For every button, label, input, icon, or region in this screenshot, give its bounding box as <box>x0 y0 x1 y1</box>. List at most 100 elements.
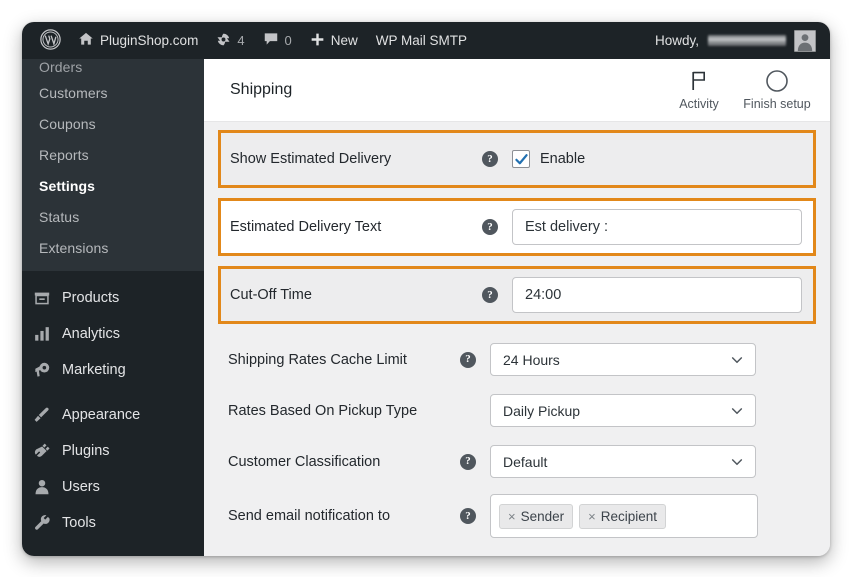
setting-control: 24:00 <box>512 277 813 313</box>
sidebar-item-reports[interactable]: Reports <box>22 139 204 170</box>
new-content-button[interactable]: New <box>301 22 367 59</box>
sidebar-item-label: Analytics <box>62 326 121 342</box>
sidebar-item-analytics[interactable]: Analytics <box>22 316 204 352</box>
site-name-label: PluginShop.com <box>100 33 199 48</box>
shipping-settings-form: Show Estimated Delivery ? Enable Estimat… <box>204 122 830 545</box>
sidebar-item-label: Products <box>62 290 120 306</box>
setting-row-shipping-rates-cache-limit: Shipping Rates Cache Limit ? 24 Hours <box>218 334 816 385</box>
enable-checkbox-wrapper[interactable]: Enable <box>512 150 585 168</box>
sidebar-item-customers[interactable]: Customers <box>22 77 204 108</box>
shipping-rates-cache-limit-select[interactable]: 24 Hours <box>490 343 756 376</box>
activity-button[interactable]: Activity <box>660 59 738 122</box>
remove-tag-icon[interactable]: × <box>508 509 516 524</box>
select-value: 24 Hours <box>503 351 560 368</box>
updates-button[interactable]: 4 <box>207 22 253 59</box>
products-icon <box>32 288 52 308</box>
help-icon[interactable]: ? <box>482 219 498 235</box>
sidebar-item-label: Customers <box>39 84 108 101</box>
setting-row-customer-classification: Customer Classification ? Default <box>218 436 816 487</box>
updates-count: 4 <box>237 33 245 48</box>
setting-label: Show Estimated Delivery <box>230 151 392 167</box>
sidebar-item-orders[interactable]: Orders <box>22 59 204 77</box>
setting-label: Shipping Rates Cache Limit <box>228 351 407 368</box>
megaphone-icon <box>32 360 52 380</box>
sidebar-item-marketing[interactable]: Marketing <box>22 352 204 388</box>
help-icon[interactable]: ? <box>460 508 476 524</box>
progress-circle-icon <box>765 69 789 93</box>
rates-based-on-pickup-type-select[interactable]: Daily Pickup <box>490 394 756 427</box>
setting-label: Estimated Delivery Text <box>230 219 382 235</box>
sidebar-item-label: Reports <box>39 146 89 163</box>
setting-row-cut-off-time: Cut-Off Time ? 24:00 <box>218 266 816 324</box>
cut-off-time-input[interactable]: 24:00 <box>512 277 802 313</box>
tag-sender[interactable]: × Sender <box>499 503 574 529</box>
remove-tag-icon[interactable]: × <box>588 509 596 524</box>
page-header: Shipping Activity Finish setup <box>204 59 830 122</box>
updates-icon <box>216 32 231 50</box>
sidebar-item-users[interactable]: Users <box>22 469 204 505</box>
admin-sidebar: Orders Customers Coupons Reports Setting… <box>22 59 204 556</box>
avatar <box>794 29 816 52</box>
setting-control: Enable <box>512 150 813 168</box>
sidebar-item-label: Extensions <box>39 239 109 256</box>
wp-mail-smtp-label: WP Mail SMTP <box>375 33 468 48</box>
help-icon[interactable]: ? <box>460 351 476 368</box>
sidebar-item-plugins[interactable]: Plugins <box>22 433 204 469</box>
estimated-delivery-text-input[interactable]: Est delivery : <box>512 209 802 245</box>
finish-setup-label: Finish setup <box>743 97 811 111</box>
finish-setup-button[interactable]: Finish setup <box>738 59 816 122</box>
wordpress-logo-button[interactable] <box>36 22 69 59</box>
sidebar-item-appearance[interactable]: Appearance <box>22 397 204 433</box>
howdy-username-redacted <box>708 35 786 46</box>
sidebar-item-extensions[interactable]: Extensions <box>22 232 204 263</box>
setting-label: Customer Classification <box>228 453 381 470</box>
menu-separator-2 <box>22 388 204 397</box>
analytics-bar-chart-icon <box>32 324 52 344</box>
main-content: Shipping Activity Finish setup Show Esti… <box>204 59 830 556</box>
sidebar-item-status[interactable]: Status <box>22 201 204 232</box>
sidebar-item-label: Plugins <box>62 443 110 459</box>
email-notification-recipients-input[interactable]: × Sender × Recipient <box>490 494 758 538</box>
tag-recipient[interactable]: × Recipient <box>579 503 667 529</box>
sidebar-item-label: Tools <box>62 515 96 531</box>
chevron-down-icon <box>730 353 744 367</box>
page-title: Shipping <box>230 81 293 98</box>
setting-row-send-email-notification-to: Send email notification to ? × Sender × … <box>218 487 816 545</box>
sidebar-item-label: Orders <box>39 59 83 75</box>
customer-classification-select[interactable]: Default <box>490 445 756 478</box>
setting-label: Rates Based On Pickup Type <box>228 402 418 419</box>
help-icon[interactable]: ? <box>482 287 498 303</box>
setting-label: Send email notification to <box>228 508 391 524</box>
chevron-down-icon <box>730 455 744 469</box>
setting-row-rates-based-on-pickup-type: Rates Based On Pickup Type Daily Pickup <box>218 385 816 436</box>
setting-control: Daily Pickup <box>490 394 816 427</box>
setting-row-estimated-delivery-text: Estimated Delivery Text ? Est delivery : <box>218 198 816 256</box>
sidebar-item-tools[interactable]: Tools <box>22 505 204 541</box>
setting-control: Default <box>490 445 816 478</box>
comments-button[interactable]: 0 <box>254 22 301 59</box>
setting-label: Cut-Off Time <box>230 287 312 303</box>
sidebar-item-label: Settings <box>39 177 96 194</box>
browser-window: PluginShop.com 4 0 New WP Mail SMTP Howd… <box>22 22 830 556</box>
woocommerce-submenu: Orders Customers Coupons Reports Setting… <box>22 59 204 271</box>
flag-icon <box>689 69 709 93</box>
howdy-account-menu[interactable]: Howdy, <box>655 29 830 52</box>
help-icon[interactable]: ? <box>482 151 498 167</box>
sidebar-item-settings[interactable]: Settings <box>22 170 204 201</box>
plus-icon <box>310 32 325 50</box>
sidebar-item-coupons[interactable]: Coupons <box>22 108 204 139</box>
paintbrush-icon <box>32 405 52 425</box>
sidebar-item-products[interactable]: Products <box>22 280 204 316</box>
tag-label: Recipient <box>600 508 658 524</box>
setting-control: 24 Hours <box>490 343 816 376</box>
select-value: Daily Pickup <box>503 402 581 419</box>
user-icon <box>32 477 52 497</box>
wp-admin-bar: PluginShop.com 4 0 New WP Mail SMTP Howd… <box>22 22 830 59</box>
tag-label: Sender <box>520 508 565 524</box>
enable-checkbox[interactable] <box>512 150 530 168</box>
setting-row-show-estimated-delivery: Show Estimated Delivery ? Enable <box>218 130 816 188</box>
site-name-button[interactable]: PluginShop.com <box>69 22 207 59</box>
help-icon[interactable]: ? <box>460 453 476 470</box>
home-icon <box>78 31 94 50</box>
wp-mail-smtp-button[interactable]: WP Mail SMTP <box>367 22 476 59</box>
